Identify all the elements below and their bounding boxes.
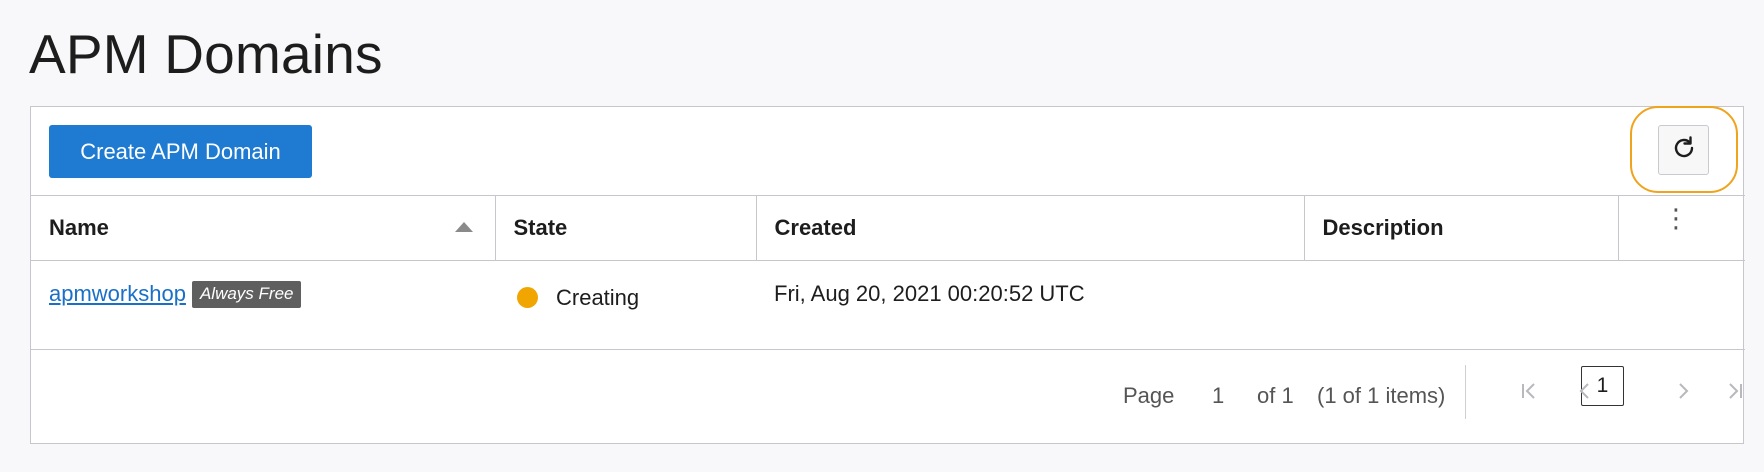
first-page-button[interactable] [1514, 379, 1544, 409]
last-page-icon [1725, 380, 1745, 408]
pager-divider [1465, 365, 1466, 419]
pagination-bar: Page 1 of 1 (1 of 1 items) 1 [31, 349, 1743, 443]
created-timestamp: Fri, Aug 20, 2021 00:20:52 UTC [774, 281, 1085, 306]
last-page-button[interactable] [1720, 379, 1750, 409]
column-header-state: State [495, 195, 757, 261]
first-page-icon [1519, 380, 1539, 408]
column-header-label: Created [774, 215, 857, 240]
column-header-name[interactable]: Name [31, 195, 496, 261]
table-header-row: Name State Created Description [31, 195, 1745, 261]
column-header-created: Created [756, 195, 1305, 261]
create-apm-domain-button[interactable]: Create APM Domain [49, 125, 312, 178]
state-label: Creating [556, 285, 640, 310]
column-header-label: Name [49, 215, 109, 240]
row-actions-menu-icon[interactable]: ⋮ [1663, 205, 1689, 231]
cell-state: Creating [495, 260, 756, 350]
next-page-button[interactable] [1668, 379, 1698, 409]
prev-page-button[interactable] [1570, 379, 1600, 409]
refresh-button[interactable] [1658, 125, 1709, 175]
state-indicator-icon [517, 287, 538, 308]
column-header-label: State [513, 215, 568, 240]
table-row: apmworkshop Always Free Creating Fri, Aug… [31, 260, 1745, 350]
column-header-label: Description [1322, 215, 1444, 240]
page-title: APM Domains [29, 23, 383, 85]
page-label: Page [1123, 383, 1175, 408]
cell-description [1304, 260, 1618, 350]
chevron-right-icon [1673, 380, 1693, 408]
domains-panel: Create APM Domain Name State Created Des… [30, 106, 1745, 444]
column-header-description: Description [1304, 195, 1619, 261]
page-of-label: of 1 [1257, 383, 1294, 408]
items-count-label: (1 of 1 items) [1317, 383, 1446, 408]
cell-name: apmworkshop Always Free [31, 260, 495, 350]
domain-name-link[interactable]: apmworkshop [49, 281, 186, 306]
domains-table: Name State Created Description apmworksh… [31, 195, 1745, 350]
toolbar: Create APM Domain [31, 106, 1743, 195]
cell-actions [1618, 260, 1745, 350]
sort-ascending-icon[interactable] [454, 222, 473, 232]
chevron-left-icon [1575, 380, 1595, 408]
always-free-badge: Always Free [191, 281, 302, 308]
cell-created: Fri, Aug 20, 2021 00:20:52 UTC [756, 260, 1304, 350]
refresh-icon [1670, 134, 1698, 167]
page-number: 1 [1212, 383, 1225, 408]
